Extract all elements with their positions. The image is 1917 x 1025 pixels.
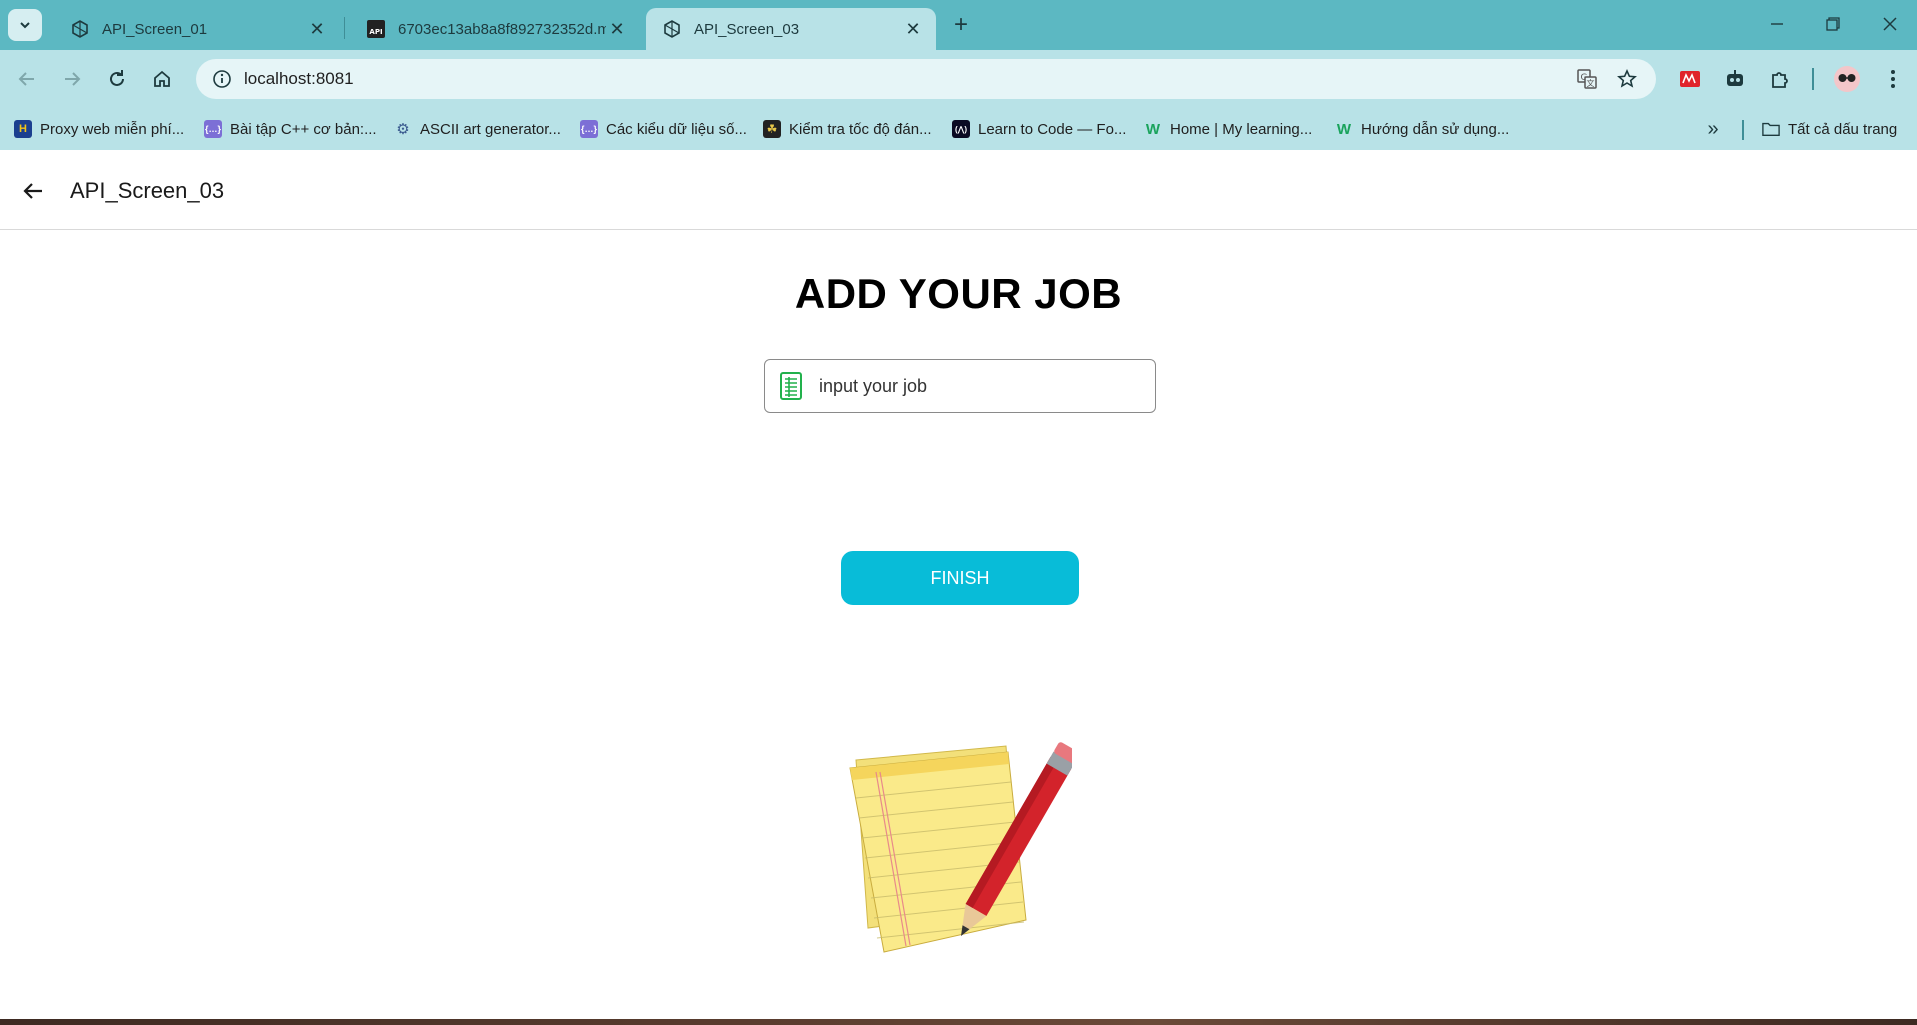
bookmark-item[interactable]: (⋀) Learn to Code — Fo... [952, 116, 1126, 142]
bookmark-item[interactable]: {…} Bài tập C++ cơ bản:... [204, 116, 377, 142]
arrow-left-icon [18, 72, 34, 86]
svg-text:文: 文 [1587, 78, 1595, 88]
close-icon[interactable]: ✕ [306, 18, 328, 40]
svg-text:API: API [369, 28, 382, 36]
finish-button[interactable]: FINISH [841, 551, 1079, 605]
app-header: API_Screen_03 [0, 150, 1917, 230]
bookmark-freecodecamp-icon: (⋀) [952, 120, 970, 138]
bookmark-label: Home | My learning... [1170, 120, 1313, 138]
tab-title: 6703ec13ab8a8f892732352d.m [398, 20, 606, 38]
bookmark-badge-icon: ☘ [763, 120, 781, 138]
notepad-pencil-illustration [849, 742, 1072, 953]
back-nav-button[interactable] [10, 62, 44, 96]
translate-icon[interactable]: G文 [1570, 59, 1604, 99]
bookmarks-divider [1742, 120, 1744, 140]
restore-icon [1826, 17, 1840, 31]
tab-title: API_Screen_01 [102, 20, 208, 38]
close-icon[interactable]: ✕ [902, 18, 924, 40]
folder-icon [1762, 120, 1780, 138]
toolbar-divider [1812, 68, 1814, 90]
url-text: localhost:8081 [244, 69, 354, 88]
page-title: ADD YOUR JOB [794, 270, 1123, 317]
site-info-icon[interactable] [210, 67, 234, 91]
tab-strip: API_Screen_01 ✕ API 6703ec13ab8a8f892732… [0, 0, 1917, 50]
bookmark-item[interactable]: W Home | My learning... [1144, 116, 1312, 142]
bookmark-item[interactable]: W Hướng dẫn sử dụng... [1335, 116, 1509, 142]
extensions-puzzle-icon[interactable] [1763, 62, 1797, 96]
bookmark-label: ASCII art generator... [420, 120, 561, 138]
bookmark-label: Bài tập C++ cơ bản:... [230, 120, 377, 138]
expo-icon [662, 19, 682, 39]
home-button[interactable] [145, 62, 179, 96]
bookmark-label: Hướng dẫn sử dụng... [1361, 120, 1510, 138]
bookmark-braces-icon: {…} [204, 120, 222, 138]
restore-button[interactable] [1810, 8, 1856, 40]
bookmark-label: Proxy web miễn phí... [40, 120, 185, 138]
sheet-icon [779, 372, 803, 400]
extension-red-icon[interactable] [1673, 62, 1707, 96]
bookmark-label: Kiểm tra tốc độ đán... [789, 120, 932, 138]
new-tab-button[interactable]: + [948, 11, 974, 38]
bookmark-item[interactable]: ⚙ ASCII art generator... [394, 116, 561, 142]
profile-avatar[interactable] [1830, 62, 1864, 96]
bookmark-item[interactable]: H Proxy web miễn phí... [14, 116, 184, 142]
address-bar[interactable]: localhost:8081 G文 [196, 59, 1656, 99]
window-close-button[interactable] [1867, 8, 1913, 40]
tab-divider [344, 17, 345, 39]
chevron-down-icon [20, 22, 30, 29]
bookmarks-overflow-button[interactable]: » [1700, 116, 1726, 142]
job-input[interactable] [819, 375, 1119, 397]
bookmark-w-icon: W [1336, 120, 1352, 138]
minimize-button[interactable] [1754, 8, 1800, 40]
bookmark-label: Các kiểu dữ liệu số... [606, 120, 747, 138]
reload-icon [110, 70, 124, 86]
tab-title: API_Screen_03 [694, 20, 800, 38]
expo-icon [70, 19, 90, 39]
all-bookmarks-label: Tất cả dấu trang [1788, 120, 1898, 138]
more-vert-icon [1891, 70, 1895, 88]
mock-api-icon: API [366, 19, 386, 39]
reload-button[interactable] [100, 62, 134, 96]
tab-mock-api[interactable]: API 6703ec13ab8a8f892732352d.m ✕ [350, 8, 640, 50]
bookmarks-bar: H Proxy web miễn phí... {…} Bài tập C++ … [0, 108, 1917, 150]
header-title: API_Screen_03 [70, 178, 225, 203]
tab-api-screen-03[interactable]: API_Screen_03 ✕ [646, 8, 936, 50]
back-button[interactable] [16, 174, 50, 208]
bookmark-w-icon: W [1145, 120, 1161, 138]
job-input-field[interactable] [764, 359, 1156, 413]
desktop-wallpaper-strip [0, 1019, 1917, 1025]
arrow-left-icon [23, 183, 42, 199]
all-bookmarks-button[interactable]: Tất cả dấu trang [1762, 116, 1897, 142]
close-icon[interactable]: ✕ [606, 18, 628, 40]
bookmark-label: Learn to Code — Fo... [978, 120, 1127, 138]
bookmark-gears-icon: ⚙ [396, 121, 410, 138]
tab-search-button[interactable] [8, 9, 42, 41]
close-icon [1883, 17, 1897, 31]
robot-extension-icon[interactable] [1718, 62, 1752, 96]
bookmark-star-icon[interactable] [1610, 59, 1644, 99]
home-icon [154, 70, 170, 87]
forward-nav-button[interactable] [55, 62, 89, 96]
arrow-right-icon [65, 72, 81, 86]
tab-api-screen-01[interactable]: API_Screen_01 ✕ [54, 8, 340, 50]
bookmark-h-icon: H [14, 120, 32, 138]
browser-menu-button[interactable] [1876, 62, 1910, 96]
bookmark-item[interactable]: {…} Các kiểu dữ liệu số... [580, 116, 747, 142]
bookmark-braces-icon: {…} [580, 120, 598, 138]
bookmark-item[interactable]: ☘ Kiểm tra tốc độ đán... [763, 116, 932, 142]
minimize-icon [1771, 23, 1783, 25]
